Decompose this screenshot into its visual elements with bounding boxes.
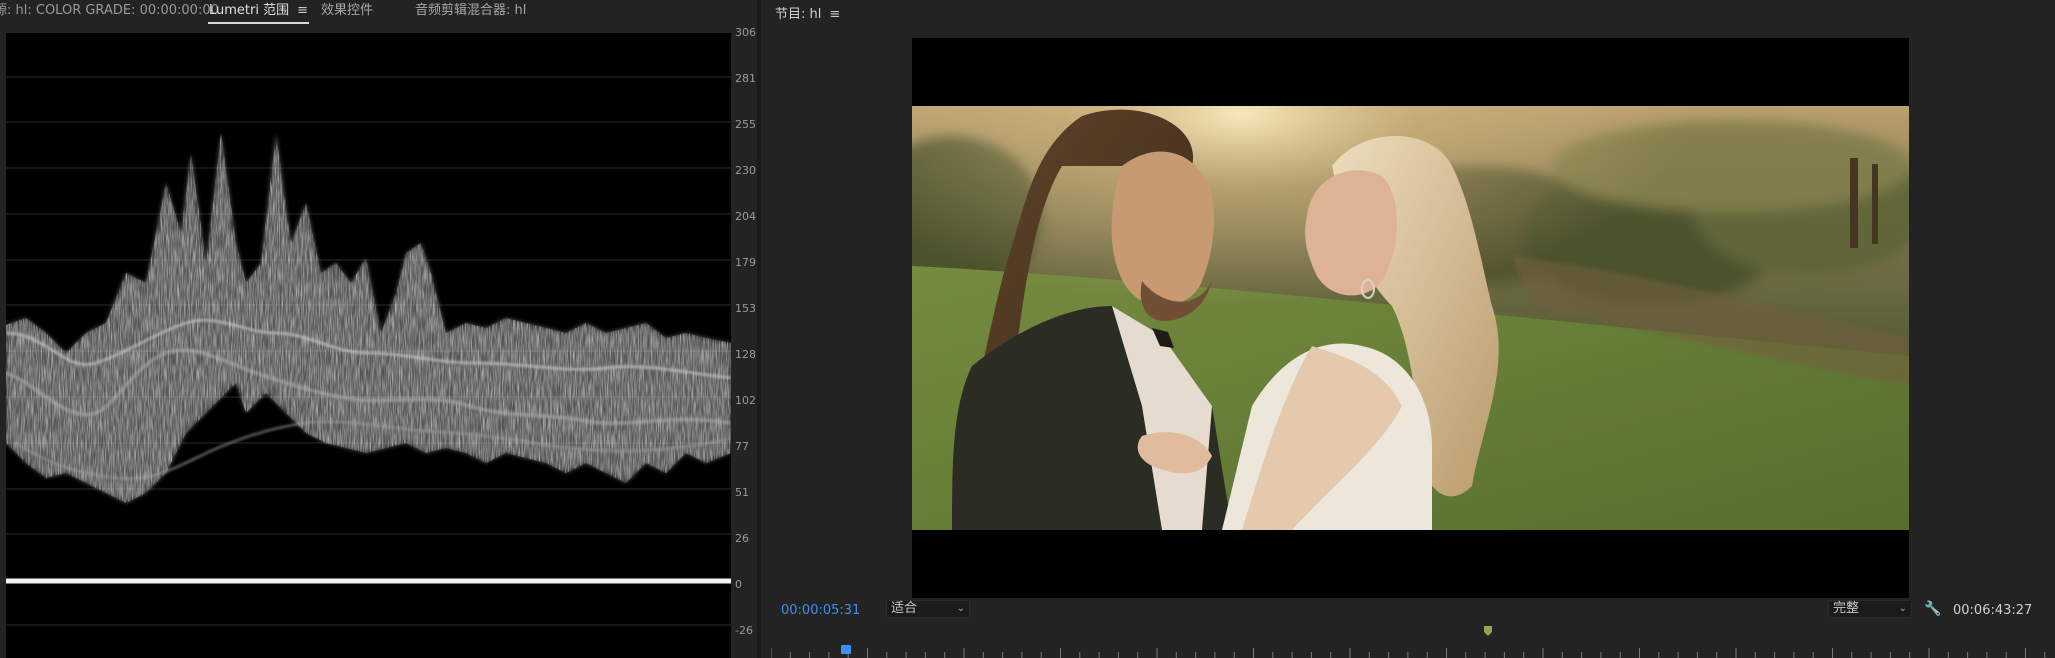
scale-label: 77 [735,440,749,453]
scale-label: 230 [735,164,756,177]
scale-label: 255 [735,118,756,131]
tab-audio-clip-mixer[interactable]: 音频剪辑混合器: hl [415,3,526,19]
scale-label: 51 [735,486,749,499]
chevron-down-icon: ⌄ [1898,603,1907,614]
video-frame-image [912,106,1909,530]
scale-label: 128 [735,348,756,361]
tab-effect-controls[interactable]: 效果控件 [321,3,373,19]
tab-lumetri-label: Lumetri 范围 [209,3,290,18]
panel-menu-icon[interactable]: ≡ [829,7,840,22]
scale-label: -26 [735,624,753,637]
zoom-level-value: 适合 [891,601,918,616]
duration-timecode: 00:06:43:27 [1953,603,2033,618]
wrench-icon[interactable]: 🔧 [1924,601,1941,617]
scale-label: 204 [735,210,756,223]
scale-label: 281 [735,72,756,85]
current-timecode[interactable]: 00:00:05:31 [781,603,860,618]
program-monitor-panel: 节目: hl ≡ 00:00:05:31 适合 ⌄ 完整 ⌄ 🔧 00:06:4… [761,0,2055,658]
scale-label: 179 [735,256,756,269]
chevron-down-icon: ⌄ [956,603,965,614]
tab-lumetri-scopes[interactable]: Lumetri 范围 ≡ [208,3,310,24]
active-tab-indicator [208,22,310,24]
playback-resolution-select[interactable]: 完整 ⌄ [1828,600,1912,618]
video-frame [912,106,1909,530]
tab-source-monitor[interactable]: 源: hl: COLOR GRADE: 00:00:00:00 [0,3,219,19]
marker-icon[interactable] [1484,626,1492,636]
scale-label: 102 [735,394,756,407]
playhead-handle[interactable] [841,645,851,654]
zoom-level-select[interactable]: 适合 ⌄ [886,600,970,618]
scale-label: 153 [735,302,756,315]
scale-label: 0 [735,578,742,591]
program-monitor-title: 节目: hl [775,7,822,22]
panel-menu-icon[interactable]: ≡ [297,3,308,19]
scale-label: 306 [735,26,756,39]
time-ruler[interactable] [771,644,2051,658]
scale-label: 26 [735,532,749,545]
playback-resolution-value: 完整 [1833,601,1860,616]
program-monitor-viewer[interactable] [912,38,1909,598]
waveform-graphic [6,76,731,626]
lumetri-scopes-panel: 源: hl: COLOR GRADE: 00:00:00:00 Lumetri … [0,0,757,658]
waveform-scope [6,33,731,658]
left-panel-tabbar: 源: hl: COLOR GRADE: 00:00:00:00 Lumetri … [0,0,757,26]
program-monitor-tab[interactable]: 节目: hl ≡ [775,3,840,22]
